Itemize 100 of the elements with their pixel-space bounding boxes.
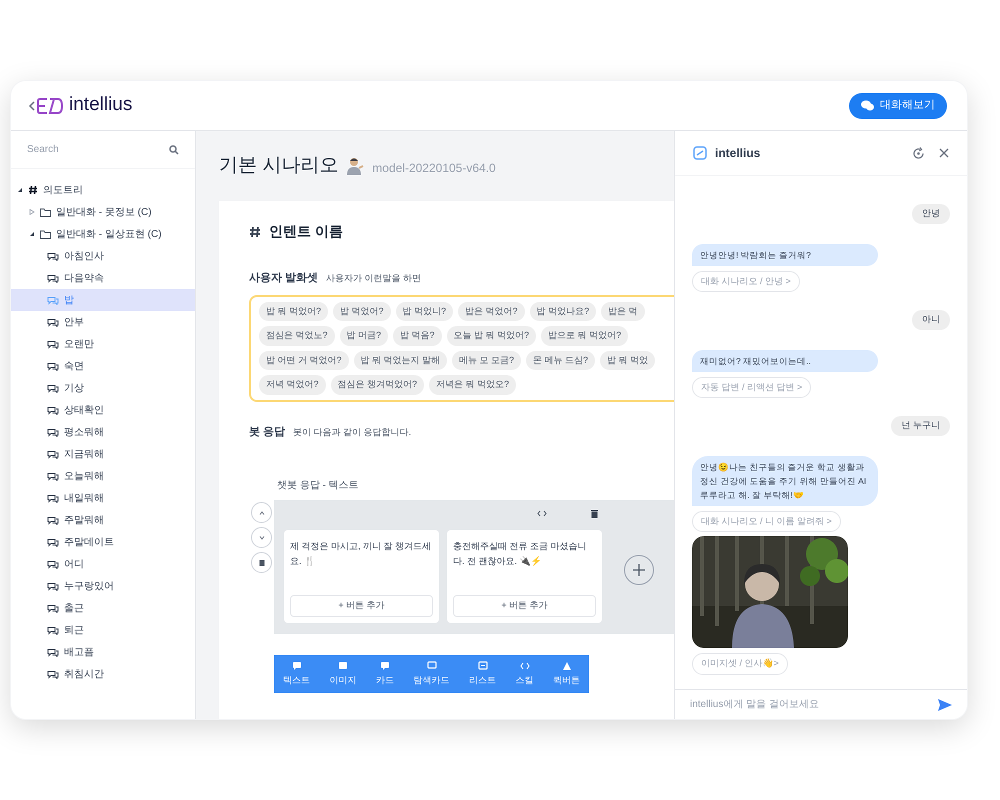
utterance-chip[interactable]: 밥 먹음? bbox=[393, 326, 442, 346]
bot-message: 안녕안녕! 박람회는 즐거워? bbox=[692, 244, 878, 266]
utterance-chip[interactable]: 밥 뭐 먹었는지 말해 bbox=[354, 350, 448, 370]
message-icon bbox=[426, 660, 436, 671]
toolbar-button[interactable]: 이미지 bbox=[326, 660, 360, 688]
person-icon bbox=[346, 157, 364, 175]
speech-bubbles-icon bbox=[47, 670, 59, 678]
message-input[interactable]: intellius에게 말을 걸어보세요 bbox=[690, 697, 920, 712]
search-field[interactable]: Search bbox=[27, 142, 147, 157]
utterance-chip[interactable]: 밥 먹었어? bbox=[333, 302, 391, 321]
hash-icon bbox=[28, 185, 38, 195]
bot-message: 안녕😉나는 친구들의 즐거운 학교 생활과 정신 건강에 도움을 주기 위해 만들어진 AI 루루라고 해. 잘 부탁해!🤝 bbox=[692, 456, 878, 506]
chat-icon bbox=[861, 100, 874, 111]
add-button-button[interactable]: + 버튼 추가 bbox=[290, 595, 433, 617]
utterance-chip[interactable]: 밥 뭐 먹었 bbox=[600, 350, 656, 370]
utterance-chip[interactable]: 오늘 밥 뭐 먹었어? bbox=[446, 326, 536, 346]
code-icon[interactable] bbox=[536, 510, 546, 517]
intent-name: 인텐트 이름 bbox=[269, 222, 343, 241]
user-message: 넌 누구니 bbox=[891, 416, 950, 436]
search-icon bbox=[169, 144, 179, 154]
utterance-chip[interactable]: 점심은 먹었노? bbox=[259, 326, 335, 346]
chevron-up-icon bbox=[258, 510, 264, 514]
tree-item[interactable]: 지금뭐해 bbox=[11, 443, 195, 465]
close-icon[interactable] bbox=[939, 148, 949, 158]
response-text[interactable]: 충전해주실때 전류 조금 마셨습니다. 전 괜찮아요. 🔌⚡ bbox=[453, 536, 596, 569]
tree-item[interactable]: 주말뭐해 bbox=[11, 509, 195, 531]
tree-item[interactable]: 일반대화 - 일상표현 (C) bbox=[11, 223, 195, 245]
refresh-icon[interactable] bbox=[912, 146, 925, 160]
utterance-chip[interactable]: 밥 머금? bbox=[340, 326, 388, 346]
utterance-chip[interactable]: 몬 메뉴 드심? bbox=[526, 350, 596, 370]
collapse-arrow-icon[interactable] bbox=[17, 187, 23, 193]
tree-item[interactable]: 배고픔 bbox=[11, 641, 195, 663]
speech-bubbles-icon bbox=[47, 450, 59, 458]
tree-item[interactable]: 내일뭐해 bbox=[11, 487, 195, 509]
utterance-chip[interactable]: 밥은 먹었어? bbox=[458, 302, 525, 321]
bot-logo-icon bbox=[693, 146, 707, 160]
message-icon bbox=[292, 660, 302, 671]
tree-item[interactable]: 취침시간 bbox=[11, 663, 195, 685]
bot-message: 재미없어? 재밌어보이는데.. bbox=[692, 350, 878, 372]
try-chat-button[interactable]: 대화해보기 bbox=[849, 92, 947, 118]
speech-bubbles-icon bbox=[47, 472, 59, 480]
tree-item[interactable]: 오랜만 bbox=[11, 333, 195, 355]
tree-item[interactable]: 출근 bbox=[11, 597, 195, 619]
tree-item[interactable]: 오늘뭐해 bbox=[11, 465, 195, 487]
speech-bubbles-icon bbox=[47, 296, 59, 304]
utterance-chip[interactable]: 저녁 먹었어? bbox=[259, 375, 326, 394]
triangle-icon bbox=[562, 660, 572, 671]
tree-item[interactable]: 어디 bbox=[11, 553, 195, 575]
toolbar-button[interactable]: 탐색카드 bbox=[410, 660, 452, 688]
speech-bubbles-icon bbox=[47, 274, 59, 282]
chevron-down-icon bbox=[258, 536, 264, 540]
utterance-chip[interactable]: 메뉴 모 모금? bbox=[452, 350, 522, 370]
delete-button[interactable] bbox=[251, 552, 272, 573]
speech-bubbles-icon bbox=[47, 406, 59, 414]
trash-icon bbox=[258, 559, 264, 566]
tree-item[interactable]: 다음약속 bbox=[11, 267, 195, 289]
collapse-arrow-icon[interactable] bbox=[29, 231, 35, 237]
tree-item[interactable]: 평소뭐해 bbox=[11, 421, 195, 443]
tree-item[interactable]: 일반대화 - 못정보 (C) bbox=[11, 201, 195, 223]
tree-item[interactable]: 상태확인 bbox=[11, 399, 195, 421]
toolbar-button[interactable]: 카드 bbox=[373, 660, 397, 688]
utterance-chip[interactable]: 저녁은 뭐 먹었오? bbox=[429, 375, 516, 394]
utterance-chip[interactable]: 밥으로 뭐 먹었어? bbox=[541, 326, 628, 346]
speech-bubbles-icon bbox=[47, 252, 59, 260]
toolbar-button[interactable]: 리스트 bbox=[466, 660, 499, 688]
tree-item[interactable]: 누구랑있어 bbox=[11, 575, 195, 597]
tree-item[interactable]: 아침인사 bbox=[11, 245, 195, 267]
tree-item[interactable]: 안부 bbox=[11, 311, 195, 333]
trash-icon[interactable] bbox=[591, 510, 598, 518]
utterance-chip[interactable]: 밥 어떤 거 먹었어? bbox=[259, 350, 349, 370]
utterance-box[interactable]: 밥 뭐 먹었어? 밥 먹었어? 밥 먹었니? 밥은 먹었어? 밥 먹었나요? 밥은 먹 점심은 먹었노? 밥 머금? 밥 먹음? 오늘 밥 뭐 먹었어? 밥으로 뭐 먹었어? 밥 어떤 거 먹었어? 밥 뭐 먹었는지 말해 메뉴 모 모금? 몬 메뉴 드심? 밥 뭐 먹었 저녁 먹었어? 점심은 챙겨먹었어? 저녁은 뭐 먹었오? bbox=[249, 294, 674, 402]
speech-bubbles-icon bbox=[47, 604, 59, 612]
section-hint: 사용자가 이런말을 하면 bbox=[326, 272, 422, 285]
utterance-chip[interactable]: 밥 먹었나요? bbox=[530, 302, 596, 321]
message-icon bbox=[380, 660, 390, 671]
tree-item[interactable]: 기상 bbox=[11, 377, 195, 399]
add-card-button[interactable] bbox=[624, 555, 654, 585]
folder-icon bbox=[40, 208, 51, 216]
tree-item[interactable]: 의도트리 bbox=[11, 179, 195, 201]
utterance-chip[interactable]: 밥은 먹 bbox=[601, 302, 645, 321]
send-icon[interactable] bbox=[938, 698, 952, 710]
add-button-button[interactable]: + 버튼 추가 bbox=[453, 595, 596, 617]
toolbar-button[interactable]: 퀵버튼 bbox=[550, 660, 583, 688]
speech-bubbles-icon bbox=[47, 538, 59, 546]
tree-item[interactable]: 퇴근 bbox=[11, 619, 195, 641]
utterance-chip[interactable]: 밥 뭐 먹었어? bbox=[259, 302, 328, 321]
speech-bubbles-icon bbox=[47, 516, 59, 524]
utterance-chip[interactable]: 점심은 챙겨먹었어? bbox=[330, 375, 424, 394]
utterance-chip[interactable]: 밥 먹었니? bbox=[396, 302, 454, 321]
toolbar-button[interactable]: 텍스트 bbox=[280, 660, 313, 688]
speech-bubbles-icon bbox=[47, 318, 59, 326]
response-text[interactable]: 제 걱정은 마시고, 끼니 잘 챙겨드세요. 🍴 bbox=[290, 536, 433, 569]
speech-bubbles-icon bbox=[47, 626, 59, 634]
message-icon bbox=[478, 660, 488, 671]
tree-item[interactable]: 숙면 bbox=[11, 355, 195, 377]
toolbar-button[interactable]: 스킬 bbox=[512, 660, 536, 688]
tree-item[interactable]: 주말데이트 bbox=[11, 531, 195, 553]
hash-icon bbox=[249, 226, 261, 238]
speech-bubbles-icon bbox=[47, 582, 59, 590]
logo-icon bbox=[27, 96, 65, 116]
